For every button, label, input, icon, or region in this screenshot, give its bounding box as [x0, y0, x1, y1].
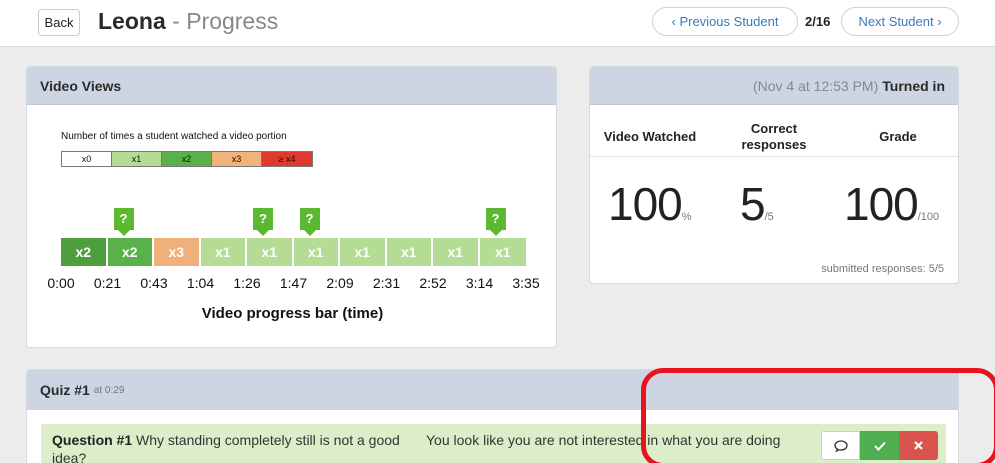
- correct-responses-heading: Correct responses: [714, 117, 834, 157]
- time-tick: 2:09: [326, 275, 354, 291]
- progress-segment[interactable]: x1: [340, 238, 387, 266]
- progress-segment[interactable]: x1: [293, 238, 340, 266]
- legend-title: Number of times a student watched a vide…: [61, 131, 287, 142]
- time-tick: 1:04: [186, 275, 215, 291]
- question-text: Question #1 Why standing completely stil…: [52, 431, 412, 463]
- legend-item: x3: [212, 152, 262, 166]
- quiz-header: Quiz #1 at 0:29: [27, 370, 958, 410]
- turned-in-date: (Nov 4 at 12:53 PM): [752, 77, 879, 94]
- correct-heading-line2: responses: [741, 137, 807, 152]
- time-tick: 2:31: [372, 275, 401, 291]
- title-separator: -: [172, 8, 180, 34]
- student-counter: 2/16: [805, 14, 831, 29]
- page-title: Leona - Progress: [98, 8, 278, 35]
- progress-segment[interactable]: x2: [107, 238, 154, 266]
- video-watched-value: 100%: [608, 177, 692, 231]
- video-watched-unit: %: [681, 211, 692, 223]
- progress-segment[interactable]: x1: [247, 238, 294, 266]
- speech-bubble-icon: [833, 439, 848, 452]
- summary-columns: Video Watched Correct responses Grade: [590, 117, 958, 157]
- progress-segment[interactable]: x1: [200, 238, 247, 266]
- question-marker[interactable]: ?: [299, 208, 320, 236]
- question-label: Question #1: [52, 432, 133, 448]
- time-tick: 3:14: [465, 275, 494, 291]
- axis-label: Video progress bar (time): [201, 305, 384, 322]
- time-tick: 0:00: [47, 275, 75, 291]
- check-icon: [873, 441, 886, 451]
- question-row: Question #1 Why standing completely stil…: [41, 424, 946, 463]
- video-views-header: Video Views: [27, 67, 556, 105]
- legend-item: ≥ x4: [262, 152, 312, 166]
- question-marker[interactable]: ?: [113, 208, 134, 236]
- summary-header: (Nov 4 at 12:53 PM) Turned in: [590, 67, 958, 105]
- legend-item: x2: [162, 152, 212, 166]
- progress-segment[interactable]: x2: [61, 238, 108, 266]
- video-watched-heading: Video Watched: [603, 129, 697, 144]
- video-watched-number: 100: [608, 178, 683, 230]
- mark-correct-button[interactable]: [860, 431, 899, 460]
- time-tick: 0:21: [93, 275, 122, 291]
- correct-heading-line1: Correct: [750, 121, 798, 136]
- grade-number: 100: [844, 178, 919, 230]
- time-tick: 3:35: [512, 275, 540, 291]
- quiz-title: Quiz #1: [40, 382, 90, 398]
- page-title-text: Progress: [186, 8, 279, 34]
- time-tick: 0:43: [140, 275, 168, 291]
- previous-student-button[interactable]: ‹ Previous Student: [652, 7, 798, 36]
- back-button[interactable]: Back: [38, 9, 80, 36]
- progress-segment[interactable]: x3: [154, 238, 201, 266]
- time-tick: 2:52: [419, 275, 447, 291]
- time-tick: 1:26: [233, 275, 261, 291]
- student-answer: You look like you are not interested in …: [426, 432, 781, 448]
- top-bar: Back Leona - Progress ‹ Previous Student…: [0, 0, 995, 47]
- progress-segment[interactable]: x1: [433, 238, 480, 266]
- legend-item: x1: [112, 152, 162, 166]
- video-views-panel: Video Views Number of times a student wa…: [26, 66, 557, 348]
- turned-in-status: Turned in: [882, 77, 945, 94]
- grade-heading: Grade: [879, 129, 917, 144]
- comment-button[interactable]: [821, 431, 860, 460]
- summary-panel: (Nov 4 at 12:53 PM) Turned in Video Watc…: [589, 66, 959, 284]
- grade-unit: /100: [917, 211, 940, 223]
- correct-unit: /5: [764, 211, 774, 223]
- correct-number: 5: [740, 178, 766, 230]
- legend-item: x0: [62, 152, 112, 166]
- grade-value: 100/100: [844, 177, 939, 231]
- question-marker[interactable]: ?: [253, 208, 273, 236]
- quiz-panel: Quiz #1 at 0:29 Question #1 Why standing…: [26, 369, 959, 463]
- question-marker[interactable]: ?: [485, 208, 506, 236]
- close-icon: [914, 441, 923, 450]
- view-count-legend: x0 x1 x2 x3 ≥ x4: [61, 151, 313, 167]
- progress-segment[interactable]: x1: [386, 238, 433, 266]
- next-student-button[interactable]: Next Student ›: [841, 7, 959, 36]
- video-progress-bar: x2 x2 x3 x1 x1 x1 x1 x1 x1 x1: [61, 238, 526, 266]
- quiz-time: at 0:29: [93, 384, 125, 396]
- progress-segment[interactable]: x1: [479, 238, 526, 266]
- correct-responses-value: 5/5: [740, 177, 774, 231]
- time-tick: 1:47: [279, 275, 308, 291]
- time-ticks: 0:00 0:21 0:43 1:04 1:26 1:47 2:09 2:31 2:52 3:14…: [47, 275, 547, 295]
- submitted-responses: submitted responses: 5/5: [821, 263, 944, 275]
- mark-incorrect-button[interactable]: [899, 431, 938, 460]
- student-name: Leona: [98, 8, 166, 34]
